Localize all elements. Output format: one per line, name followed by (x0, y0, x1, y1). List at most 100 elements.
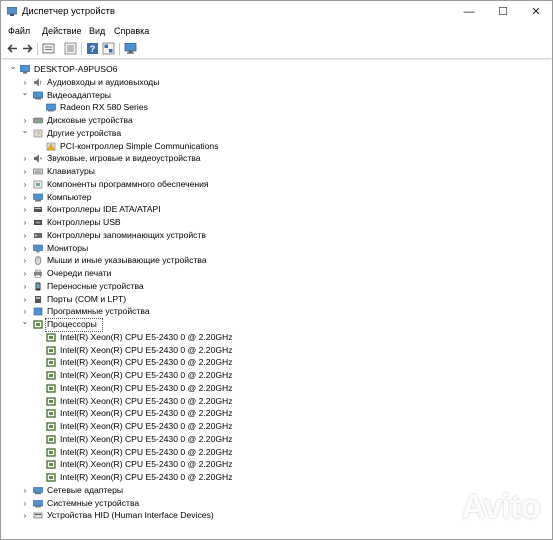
title-bar: Диспетчер устройств — ☐ ✕ (1, 1, 552, 23)
ide-controller-icon (33, 205, 43, 214)
tree-category[interactable]: ⌄ Процессоры (2, 315, 542, 332)
category-label: Звуковые, игровые и видеоустройства (47, 153, 201, 164)
mouse-icon (33, 256, 43, 266)
tree-device[interactable]: Intel(R) Xeon(R) CPU E5-2430 0 @ 2.20GHz (2, 420, 542, 433)
tree-category[interactable]: › Клавиатуры (2, 165, 542, 178)
cpu-icon (46, 358, 56, 367)
tree-category[interactable]: › Переносные устройства (2, 280, 542, 293)
usb-icon (33, 218, 43, 227)
tree-category[interactable]: ⌄? Другие устройства (2, 124, 542, 140)
device-manager-window: Диспетчер устройств — ☐ ✕ Файл Действие … (0, 0, 553, 540)
chevron-right-icon[interactable]: › (20, 229, 30, 242)
tree-device[interactable]: Intel(R) Xeon(R) CPU E5-2430 0 @ 2.20GHz (2, 471, 542, 484)
unknown-device-icon: ? (33, 129, 43, 138)
tree-root[interactable]: ⌄ DESKTOP-A9PUSO6 (2, 60, 542, 76)
tree-device[interactable]: Intel(R) Xeon(R) CPU E5-2430 0 @ 2.20GHz (2, 407, 542, 420)
help-icon[interactable]: ? (86, 42, 99, 55)
chevron-right-icon[interactable]: › (20, 293, 30, 306)
back-arrow-icon[interactable] (6, 42, 19, 55)
tree-category[interactable]: › Звуковые, игровые и видеоустройства (2, 152, 542, 165)
chevron-right-icon[interactable]: › (20, 280, 30, 293)
tree-device[interactable]: Intel(R) Xeon(R) CPU E5-2430 0 @ 2.20GHz (2, 382, 542, 395)
category-label: Переносные устройства (47, 280, 144, 291)
device-label: Intel(R) Xeon(R) CPU E5-2430 0 @ 2.20GHz (60, 370, 233, 380)
device-label: Intel(R) Xeon(R) CPU E5-2430 0 @ 2.20GHz (60, 408, 233, 419)
maximize-button[interactable]: ☐ (490, 3, 516, 21)
tree-category[interactable]: › Компоненты программного обеспечения (2, 178, 542, 191)
category-label: Устройства HID (Human Interface Devices) (47, 510, 214, 521)
chevron-right-icon[interactable]: › (20, 509, 30, 522)
tree-category[interactable]: › Контроллеры запоминающих устройств (2, 229, 542, 242)
tree-device[interactable]: Intel(R) Xeon(R) CPU E5-2430 0 @ 2.20GHz (2, 344, 542, 357)
forward-arrow-icon[interactable] (21, 42, 34, 55)
tree-category[interactable]: › Мыши и иные указывающие устройства (2, 254, 542, 267)
device-label: Radeon RX 580 Series (60, 102, 148, 113)
category-label: Компьютер (47, 191, 92, 202)
computer-root-icon (20, 65, 30, 74)
chevron-right-icon[interactable]: › (20, 254, 30, 267)
chevron-right-icon[interactable]: › (20, 152, 30, 165)
chevron-right-icon[interactable]: › (20, 497, 30, 510)
chevron-right-icon[interactable]: › (20, 191, 30, 204)
tree-category[interactable]: › Порты (COM и LPT) (2, 293, 542, 306)
menu-help[interactable]: Справка (114, 26, 149, 36)
tree-category[interactable]: ⌄ Видеоадаптеры (2, 86, 542, 102)
storage-controller-icon (33, 231, 43, 240)
tree-category[interactable]: › Контроллеры IDE ATA/ATAPI (2, 203, 542, 216)
tree-category[interactable]: › Мониторы (2, 242, 542, 255)
tree-device[interactable]: Intel(R) Xeon(R) CPU E5-2430 0 @ 2.20GHz (2, 356, 542, 369)
menu-file[interactable]: Файл (8, 26, 30, 36)
cpu-icon (46, 396, 56, 406)
portable-device-icon (33, 282, 43, 291)
tree-category[interactable]: › Компьютер (2, 191, 542, 204)
monitor-icon[interactable] (124, 42, 137, 55)
close-button[interactable]: ✕ (523, 3, 549, 21)
pci-warning-icon (46, 142, 56, 151)
chevron-right-icon[interactable]: › (20, 165, 30, 178)
chevron-right-icon[interactable]: › (20, 178, 30, 191)
device-manager-app-icon (7, 7, 17, 16)
category-label: Контроллеры USB (47, 217, 121, 227)
chevron-right-icon[interactable]: › (20, 267, 30, 280)
category-label: Системные устройства (47, 497, 140, 508)
tree-device[interactable]: PCI-контроллер Simple Communications (2, 140, 542, 153)
disk-drive-icon (33, 116, 43, 125)
cpu-icon (46, 371, 56, 380)
tree-category[interactable]: › Аудиовходы и аудиовыходы (2, 76, 542, 89)
tree-category[interactable]: › Контроллеры USB (2, 216, 542, 229)
chevron-down-icon[interactable]: ⌄ (20, 124, 30, 137)
category-label: Мониторы (47, 242, 89, 253)
menu-action[interactable]: Действие (42, 26, 82, 36)
display-adapter-icon (33, 91, 43, 100)
properties-icon[interactable] (42, 42, 55, 55)
show-hidden-icon[interactable] (64, 42, 77, 55)
device-label: Intel(R) Xeon(R) CPU E5-2430 0 @ 2.20GHz (60, 446, 233, 457)
device-tree[interactable]: ⌄ DESKTOP-A9PUSO6 › Аудиовходы и аудиовыход… (2, 59, 550, 538)
category-label: Клавиатуры (47, 166, 95, 176)
printer-icon (33, 269, 43, 278)
tree-device[interactable]: Radeon RX 580 Series (2, 101, 542, 114)
tree-device[interactable]: Intel(R) Xeon(R) CPU E5-2430 0 @ 2.20GHz (2, 369, 542, 382)
tree-device[interactable]: Intel(R) Xeon(R) CPU E5-2430 0 @ 2.20GHz (2, 331, 542, 344)
menu-bar: Файл Действие Вид Справка (1, 24, 552, 40)
tree-device[interactable]: Intel(R) Xeon(R) CPU E5-2430 0 @ 2.20GHz (2, 446, 542, 459)
chevron-down-icon[interactable]: ⌄ (8, 60, 18, 73)
tree-category[interactable]: › Очереди печати (2, 267, 542, 280)
chevron-right-icon[interactable]: › (20, 203, 30, 216)
software-device-icon (33, 307, 43, 316)
tree-device[interactable]: Intel(R) Xeon(R) CPU E5-2430 0 @ 2.20GHz (2, 458, 542, 471)
chevron-right-icon[interactable]: › (20, 216, 30, 229)
chevron-down-icon[interactable]: ⌄ (20, 86, 30, 99)
tree-category[interactable]: › Дисковые устройства (2, 114, 542, 127)
grid-view-icon[interactable] (102, 42, 115, 55)
chevron-right-icon[interactable]: › (20, 242, 30, 255)
category-label: Контроллеры IDE ATA/ATAPI (47, 204, 161, 215)
menu-view[interactable]: Вид (89, 26, 105, 36)
tree-device[interactable]: Intel(R) Xeon(R) CPU E5-2430 0 @ 2.20GHz (2, 395, 542, 408)
minimize-button[interactable]: — (456, 3, 482, 21)
chevron-down-icon[interactable]: ⌄ (20, 315, 30, 328)
network-adapter-icon (33, 486, 43, 495)
tree-device[interactable]: Intel(R) Xeon(R) CPU E5-2430 0 @ 2.20GHz (2, 433, 542, 446)
tree-category[interactable]: › Программные устройства (2, 305, 542, 318)
chevron-right-icon[interactable]: › (20, 484, 30, 497)
